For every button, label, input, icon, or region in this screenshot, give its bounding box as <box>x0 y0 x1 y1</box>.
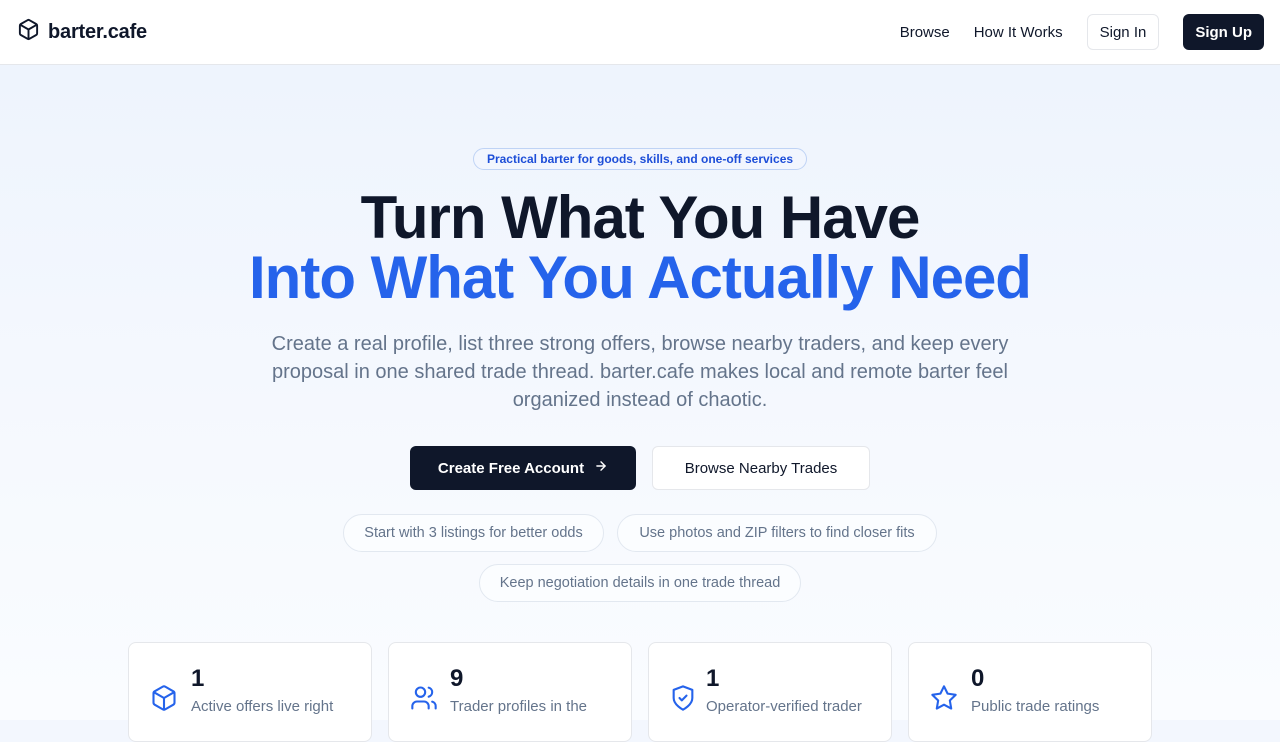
stat-card-ratings: 0 Public trade ratings <box>908 642 1152 742</box>
brand-logo-link[interactable]: barter.cafe <box>17 18 147 46</box>
sign-in-button[interactable]: Sign In <box>1086 14 1160 50</box>
tip-chip-photos-zip: Use photos and ZIP filters to find close… <box>617 514 937 552</box>
stat-card-offers: 1 Active offers live right <box>128 642 372 742</box>
hero-title-line1: Turn What You Have <box>360 184 921 251</box>
stat-value: 9 <box>450 665 464 692</box>
nav-actions: Browse How It Works Sign In Sign Up <box>900 14 1264 50</box>
create-account-button[interactable]: Create Free Account <box>410 446 636 490</box>
stat-label: Active offers live right <box>191 698 334 715</box>
star-icon <box>930 684 958 712</box>
box-icon <box>150 684 178 712</box>
stat-value: 0 <box>971 665 985 692</box>
hero-section: Practical barter for goods, skills, and … <box>0 65 1280 742</box>
create-account-label: Create Free Account <box>437 459 585 477</box>
hero-tagline-pill: Practical barter for goods, skills, and … <box>473 148 807 170</box>
shield-check-icon <box>669 684 697 712</box>
box-icon <box>17 18 40 46</box>
stat-label: Public trade ratings <box>971 698 1100 715</box>
tip-chip-listings: Start with 3 listings for better odds <box>343 514 604 552</box>
stat-card-verified: 1 Operator-verified trader <box>648 642 892 742</box>
browse-nearby-button[interactable]: Browse Nearby Trades <box>652 446 870 490</box>
arrow-right-icon <box>594 459 608 477</box>
stat-label: Operator-verified trader <box>706 698 862 715</box>
nav-link-how-it-works[interactable]: How It Works <box>974 24 1063 41</box>
top-navbar: barter.cafe Browse How It Works Sign In … <box>0 0 1280 65</box>
users-icon <box>410 684 438 712</box>
hero-subtitle: Create a real profile, list three strong… <box>271 333 1009 411</box>
hero-title-line2: Into What You Actually Need <box>249 244 1032 311</box>
nav-link-browse[interactable]: Browse <box>900 24 950 41</box>
sign-up-button[interactable]: Sign Up <box>1183 14 1264 50</box>
stat-value: 1 <box>191 665 205 692</box>
stat-card-profiles: 9 Trader profiles in the <box>388 642 632 742</box>
tip-chip-trade-thread: Keep negotiation details in one trade th… <box>479 564 801 602</box>
stat-label: Trader profiles in the <box>450 698 588 715</box>
brand-name: barter.cafe <box>48 20 147 43</box>
stat-value: 1 <box>706 665 720 692</box>
